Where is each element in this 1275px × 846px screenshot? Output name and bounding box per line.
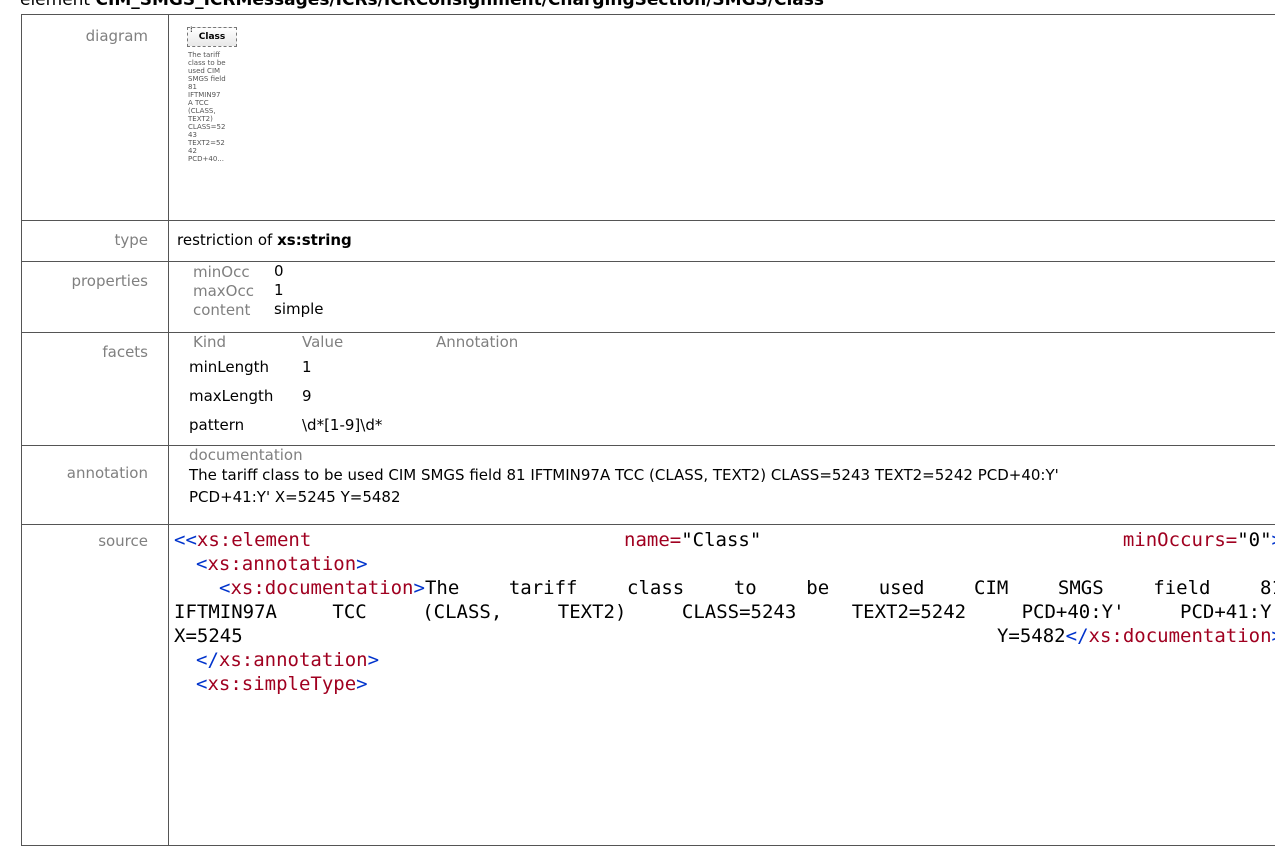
property-content-value: simple <box>274 300 324 318</box>
facet-kind: maxLength <box>189 387 274 405</box>
type-row: type restriction of xs:string <box>22 221 1275 262</box>
type-label: type <box>114 231 148 249</box>
heading-path: CIM_SMGS_ICRMessages/ICRs/ICRConsignment… <box>95 0 825 10</box>
property-maxocc: maxOcc <box>193 282 254 300</box>
diagram-doc: The tariff class to be used CIM SMGS fie… <box>188 51 226 163</box>
source-simpletype-open: <xs:simpleType> <box>196 673 368 695</box>
property-content: content <box>193 301 251 319</box>
source-row: source <<xs:element name="Class" minOccu… <box>22 525 1275 845</box>
type-value: restriction of xs:string <box>169 231 1275 261</box>
source-attr-name: name="Class" <box>624 529 762 551</box>
property-minocc-value: 0 <box>274 262 284 280</box>
heading-prefix: element <box>20 0 91 10</box>
source-code: <<xs:element name="Class" minOccurs="0">… <box>169 525 1275 845</box>
source-label: source <box>98 532 148 550</box>
source-doc-end: Y=5482</xs:documentation> <box>996 625 1275 647</box>
property-maxocc-value: 1 <box>274 281 284 299</box>
facet-value: 9 <box>302 387 312 405</box>
source-annotation-close: </xs:annotation> <box>196 649 380 671</box>
source-doc-line: IFTMIN97A TCC (CLASS, TEXT2) CLASS=5243 … <box>174 601 1275 623</box>
diagram-label: diagram <box>85 27 148 45</box>
annotation-label: annotation <box>66 464 148 482</box>
documentation-text-line2: PCD+41:Y' X=5245 Y=5482 <box>189 488 401 506</box>
facets-label: facets <box>102 343 148 361</box>
facets-cell: Kind Value Annotation minLength 1 maxLen… <box>169 333 1275 445</box>
facets-header-kind: Kind <box>193 333 227 351</box>
annotation-cell: documentation The tariff class to be use… <box>169 446 1275 524</box>
facet-value: \d*[1-9]\d* <box>302 416 383 434</box>
element-diagram-box[interactable]: ⁞ Class <box>187 25 237 47</box>
properties-label: properties <box>71 272 148 290</box>
facet-value: 1 <box>302 358 312 376</box>
properties-cell: minOcc 0 maxOcc 1 content simple <box>169 262 1275 332</box>
facet-kind: minLength <box>189 358 270 376</box>
element-table: diagram ⁞ Class The tariff class to be u… <box>21 14 1275 846</box>
source-line: <<xs:element <box>174 529 312 551</box>
facet-kind: pattern <box>189 416 245 434</box>
source-attr-minoccurs: minOccurs="0"> <box>1122 529 1275 551</box>
property-minocc: minOcc <box>193 263 250 281</box>
source-open-element: <xs:element <box>185 529 312 551</box>
documentation-text-line1: The tariff class to be used CIM SMGS fie… <box>189 466 1059 484</box>
annotation-row: annotation documentation The tariff clas… <box>22 446 1275 525</box>
documentation-label: documentation <box>189 446 303 464</box>
diagram-cell: ⁞ Class The tariff class to be used CIM … <box>169 15 1275 220</box>
diagram-row: diagram ⁞ Class The tariff class to be u… <box>22 15 1275 221</box>
facets-header-value: Value <box>302 333 344 351</box>
optional-marker-icon: ⁞ <box>190 25 193 34</box>
diagram-element-name: Class <box>198 32 226 42</box>
source-doc-line: <xs:documentation>The tariff class to be… <box>219 577 1275 599</box>
facets-row: facets Kind Value Annotation minLength 1… <box>22 333 1275 446</box>
type-prefix: restriction of <box>177 231 273 249</box>
facets-header-annotation: Annotation <box>436 333 519 351</box>
type-base-link[interactable]: xs:string <box>277 231 352 249</box>
properties-row: properties minOcc 0 maxOcc 1 content sim… <box>22 262 1275 333</box>
page-heading: element CIM_SMGS_ICRMessages/ICRs/ICRCon… <box>20 0 824 10</box>
source-doc-x: X=5245 <box>174 625 243 647</box>
source-annotation-open: <xs:annotation> <box>196 553 368 575</box>
